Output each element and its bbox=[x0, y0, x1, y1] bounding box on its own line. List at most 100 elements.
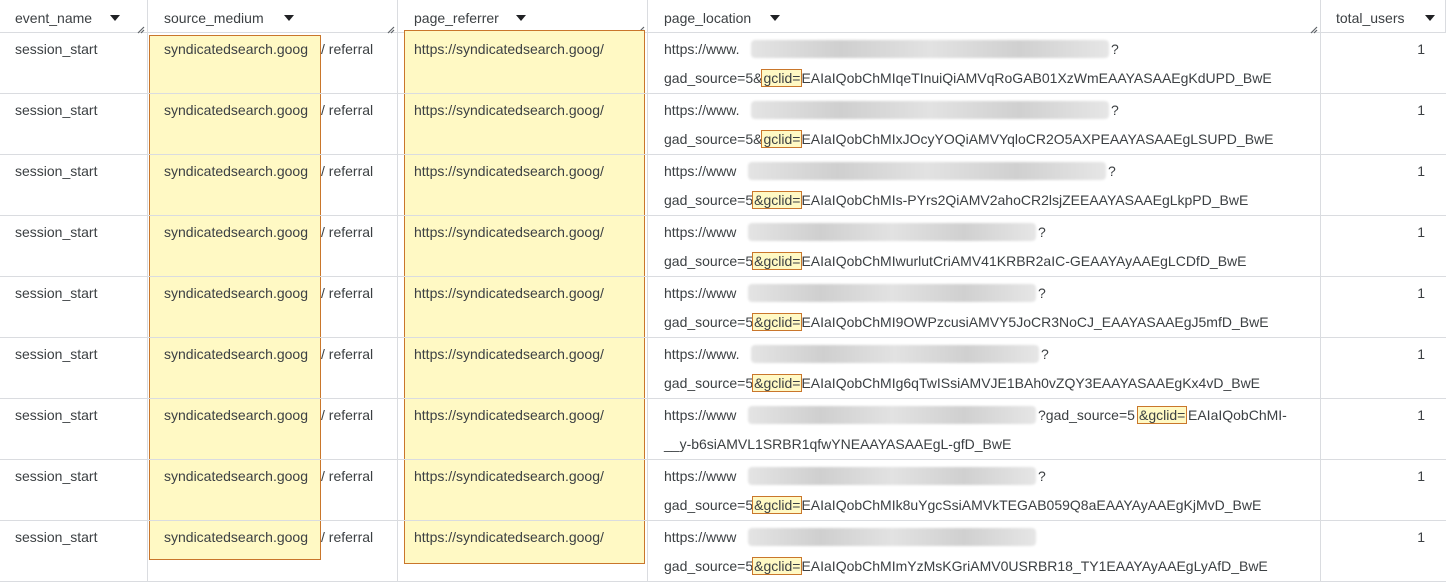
cell-page-referrer[interactable]: https://syndicatedsearch.goog/ bbox=[398, 94, 648, 155]
page-location-prefix: https://www bbox=[664, 529, 737, 545]
gclid-value-text: EAIaIQobChMImYzMsKGriAMV0USRBR18_TY1EAAY… bbox=[801, 558, 1268, 574]
medium-text: / referral bbox=[321, 346, 374, 362]
cell-source-medium[interactable]: syndicatedsearch.goog / referral bbox=[148, 94, 398, 155]
page-location-line2: gad_source=5&gclid=EAIaIQobChMIxJOcyYOQi… bbox=[664, 130, 1273, 148]
page-referrer-text: https://syndicatedsearch.goog/ bbox=[414, 224, 604, 240]
table-row[interactable]: session_start syndicatedsearch.goog / ref… bbox=[0, 33, 1446, 94]
cell-event-name[interactable]: session_start bbox=[0, 155, 148, 216]
cell-event-name[interactable]: session_start bbox=[0, 521, 148, 582]
sort-down-icon[interactable] bbox=[770, 15, 780, 21]
event-name-text: session_start bbox=[15, 163, 98, 179]
resize-handle-icon[interactable] bbox=[136, 21, 145, 34]
table-row[interactable]: session_start syndicatedsearch.goog / ref… bbox=[0, 94, 1446, 155]
cell-event-name[interactable]: session_start bbox=[0, 277, 148, 338]
table-row[interactable]: session_start syndicatedsearch.goog / ref… bbox=[0, 277, 1446, 338]
cell-page-location[interactable]: https://www?gad_source=5&gclid=EAIaIQobC… bbox=[648, 155, 1321, 216]
cell-source-medium[interactable]: syndicatedsearch.goog / referral bbox=[148, 460, 398, 521]
cell-page-location[interactable]: https://www.? gad_source=5&gclid=EAIaIQob… bbox=[648, 338, 1321, 399]
table-row[interactable]: session_start syndicatedsearch.goog / ref… bbox=[0, 399, 1446, 460]
redacted-url-blur bbox=[748, 284, 1036, 302]
medium-text: / referral bbox=[321, 529, 374, 545]
column-header-label: page_location bbox=[664, 10, 752, 26]
resize-handle-icon[interactable] bbox=[386, 21, 395, 34]
source-text: syndicatedsearch.goog bbox=[164, 468, 308, 484]
cell-event-name[interactable]: session_start bbox=[0, 460, 148, 521]
gclid-highlight: &gclid= bbox=[752, 496, 803, 514]
table-row[interactable]: session_start syndicatedsearch.goog / ref… bbox=[0, 521, 1446, 582]
cell-page-location[interactable]: https://www?gad_source=5&gclid=EAIaIQobC… bbox=[648, 399, 1321, 460]
gclid-highlight: &gclid= bbox=[752, 557, 803, 575]
cell-source-medium[interactable]: syndicatedsearch.goog / referral bbox=[148, 521, 398, 582]
column-header-page_referrer[interactable]: page_referrer bbox=[398, 0, 648, 34]
page-location-query-start: ? bbox=[1108, 163, 1116, 179]
column-header-event_name[interactable]: event_name bbox=[0, 0, 148, 34]
gclid-value-text: EAIaIQobChMI9OWPzcusiAMVY5JoCR3NoCJ_EAAY… bbox=[801, 314, 1269, 330]
cell-page-referrer[interactable]: https://syndicatedsearch.goog/ bbox=[398, 338, 648, 399]
page-location-prefix: https://www bbox=[664, 468, 737, 484]
cell-total-users[interactable]: 1 bbox=[1321, 155, 1446, 216]
redacted-url-blur bbox=[748, 223, 1036, 241]
gclid-value-text: EAIaIQobChMIk8uYgcSsiAMVkTEGAB059Q8aEAAY… bbox=[801, 497, 1262, 513]
cell-page-location[interactable]: https://www?gad_source=5&gclid=EAIaIQobC… bbox=[648, 216, 1321, 277]
cell-page-referrer[interactable]: https://syndicatedsearch.goog/ bbox=[398, 33, 648, 94]
column-header-label: page_referrer bbox=[414, 10, 499, 26]
cell-page-location[interactable]: https://www gad_source=5&gclid=EAIaIQobCh… bbox=[648, 521, 1321, 582]
cell-total-users[interactable]: 1 bbox=[1321, 216, 1446, 277]
cell-source-medium[interactable]: syndicatedsearch.goog / referral bbox=[148, 33, 398, 94]
cell-page-referrer[interactable]: https://syndicatedsearch.goog/ bbox=[398, 216, 648, 277]
resize-handle-icon[interactable] bbox=[636, 21, 645, 34]
cell-page-referrer[interactable]: https://syndicatedsearch.goog/ bbox=[398, 399, 648, 460]
cell-event-name[interactable]: session_start bbox=[0, 216, 148, 277]
event-name-text: session_start bbox=[15, 285, 98, 301]
gclid-highlight: &gclid= bbox=[752, 191, 803, 209]
column-header-page_location[interactable]: page_location bbox=[648, 0, 1321, 34]
sort-down-icon[interactable] bbox=[1425, 15, 1435, 21]
cell-page-location[interactable]: https://www?gad_source=5&gclid=EAIaIQobC… bbox=[648, 277, 1321, 338]
cell-total-users[interactable]: 1 bbox=[1321, 94, 1446, 155]
page-location-prefix: https://www bbox=[664, 407, 737, 423]
gad-source-text: gad_source=5& bbox=[664, 131, 763, 147]
cell-source-medium[interactable]: syndicatedsearch.goog / referral bbox=[148, 277, 398, 338]
cell-source-medium[interactable]: syndicatedsearch.goog / referral bbox=[148, 338, 398, 399]
event-name-text: session_start bbox=[15, 102, 98, 118]
column-header-label: event_name bbox=[15, 10, 93, 26]
cell-page-location[interactable]: https://www?gad_source=5&gclid=EAIaIQobC… bbox=[648, 460, 1321, 521]
cell-total-users[interactable]: 1 bbox=[1321, 277, 1446, 338]
cell-total-users[interactable]: 1 bbox=[1321, 521, 1446, 582]
gclid-highlight: &gclid= bbox=[752, 252, 803, 270]
table-row[interactable]: session_start syndicatedsearch.goog / ref… bbox=[0, 338, 1446, 399]
cell-source-medium[interactable]: syndicatedsearch.goog / referral bbox=[148, 155, 398, 216]
sort-down-icon[interactable] bbox=[516, 15, 526, 21]
gclid-value-text: EAIaIQobChMIs-PYrs2QiAMV2ahoCR2lsjZEEAAY… bbox=[801, 192, 1249, 208]
sort-down-icon[interactable] bbox=[110, 15, 120, 21]
table-row[interactable]: session_start syndicatedsearch.goog / ref… bbox=[0, 155, 1446, 216]
sort-down-icon[interactable] bbox=[284, 15, 294, 21]
page-location-prefix: https://www bbox=[664, 224, 737, 240]
cell-total-users[interactable]: 1 bbox=[1321, 33, 1446, 94]
page-location-line2: gad_source=5&gclid=EAIaIQobChMIs-PYrs2Qi… bbox=[664, 191, 1249, 209]
table-row[interactable]: session_start syndicatedsearch.goog / ref… bbox=[0, 460, 1446, 521]
cell-page-referrer[interactable]: https://syndicatedsearch.goog/ bbox=[398, 277, 648, 338]
table-row[interactable]: session_start syndicatedsearch.goog / ref… bbox=[0, 216, 1446, 277]
cell-page-referrer[interactable]: https://syndicatedsearch.goog/ bbox=[398, 521, 648, 582]
cell-total-users[interactable]: 1 bbox=[1321, 399, 1446, 460]
event-name-text: session_start bbox=[15, 41, 98, 57]
cell-event-name[interactable]: session_start bbox=[0, 94, 148, 155]
column-header-total_users[interactable]: total_users bbox=[1321, 0, 1446, 33]
cell-event-name[interactable]: session_start bbox=[0, 399, 148, 460]
cell-source-medium[interactable]: syndicatedsearch.goog / referral bbox=[148, 216, 398, 277]
cell-page-location[interactable]: https://www.? gad_source=5&gclid=EAIaIQob… bbox=[648, 94, 1321, 155]
cell-total-users[interactable]: 1 bbox=[1321, 338, 1446, 399]
cell-event-name[interactable]: session_start bbox=[0, 33, 148, 94]
cell-source-medium[interactable]: syndicatedsearch.goog / referral bbox=[148, 399, 398, 460]
page-location-prefix: https://www. bbox=[664, 102, 740, 118]
cell-total-users[interactable]: 1 bbox=[1321, 460, 1446, 521]
cell-page-referrer[interactable]: https://syndicatedsearch.goog/ bbox=[398, 155, 648, 216]
cell-page-location[interactable]: https://www.? gad_source=5&gclid=EAIaIQob… bbox=[648, 33, 1321, 94]
column-header-source_medium[interactable]: source_medium bbox=[148, 0, 398, 34]
page-location-gclid-value: EAIaIQobChMI- bbox=[1188, 407, 1287, 423]
resize-handle-icon[interactable] bbox=[1309, 21, 1318, 34]
cell-event-name[interactable]: session_start bbox=[0, 338, 148, 399]
cell-page-referrer[interactable]: https://syndicatedsearch.goog/ bbox=[398, 460, 648, 521]
page-referrer-text: https://syndicatedsearch.goog/ bbox=[414, 102, 604, 118]
